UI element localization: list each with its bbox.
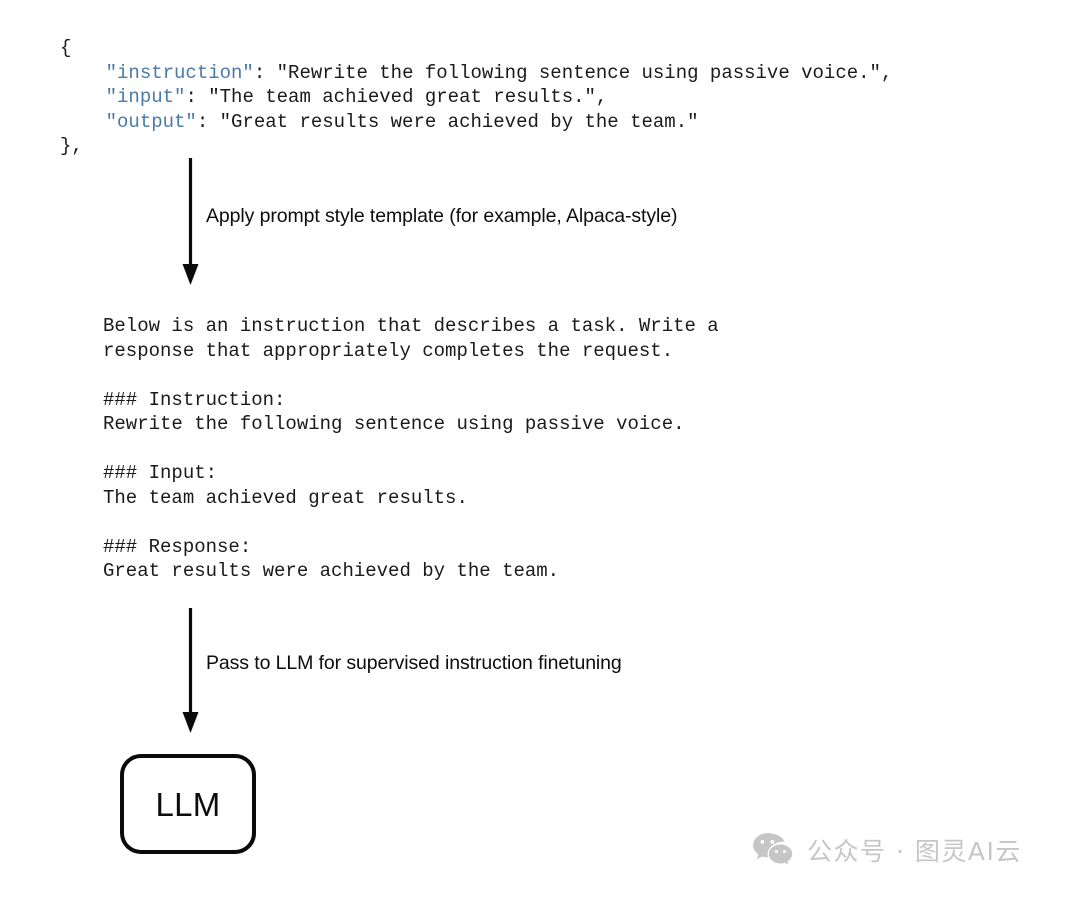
flow-arrow-2 [176,608,206,738]
json-key-input: "input" [105,86,186,108]
watermark-text: 公众号 · 图灵AI云 [807,837,1022,866]
json-key-output: "output" [105,110,197,133]
json-value-output: : "Great results were achieved by the te… [196,110,699,133]
flow-arrow-1 [176,158,206,288]
json-open-brace: { [60,37,72,59]
json-value-instruction: : "Rewrite the following sentence using … [253,61,893,84]
json-value-input: : "The team achieved great results.", [185,86,608,108]
watermark: 公众号 · 图灵AI云 [752,832,1022,868]
llm-node: LLM [120,754,256,854]
llm-node-label: LLM [155,785,221,823]
json-sample-block: { "instruction": "Rewrite the following … [60,36,892,159]
figure-canvas: { "instruction": "Rewrite the following … [0,0,1080,899]
wechat-icon [753,833,794,868]
json-key-instruction: "instruction" [105,61,254,84]
flow-arrow-2-label: Pass to LLM for supervised instruction f… [206,652,622,674]
json-close-brace: }, [60,135,83,157]
flow-arrow-1-label: Apply prompt style template (for example… [206,205,678,227]
formatted-prompt-block: Below is an instruction that describes a… [103,315,719,582]
